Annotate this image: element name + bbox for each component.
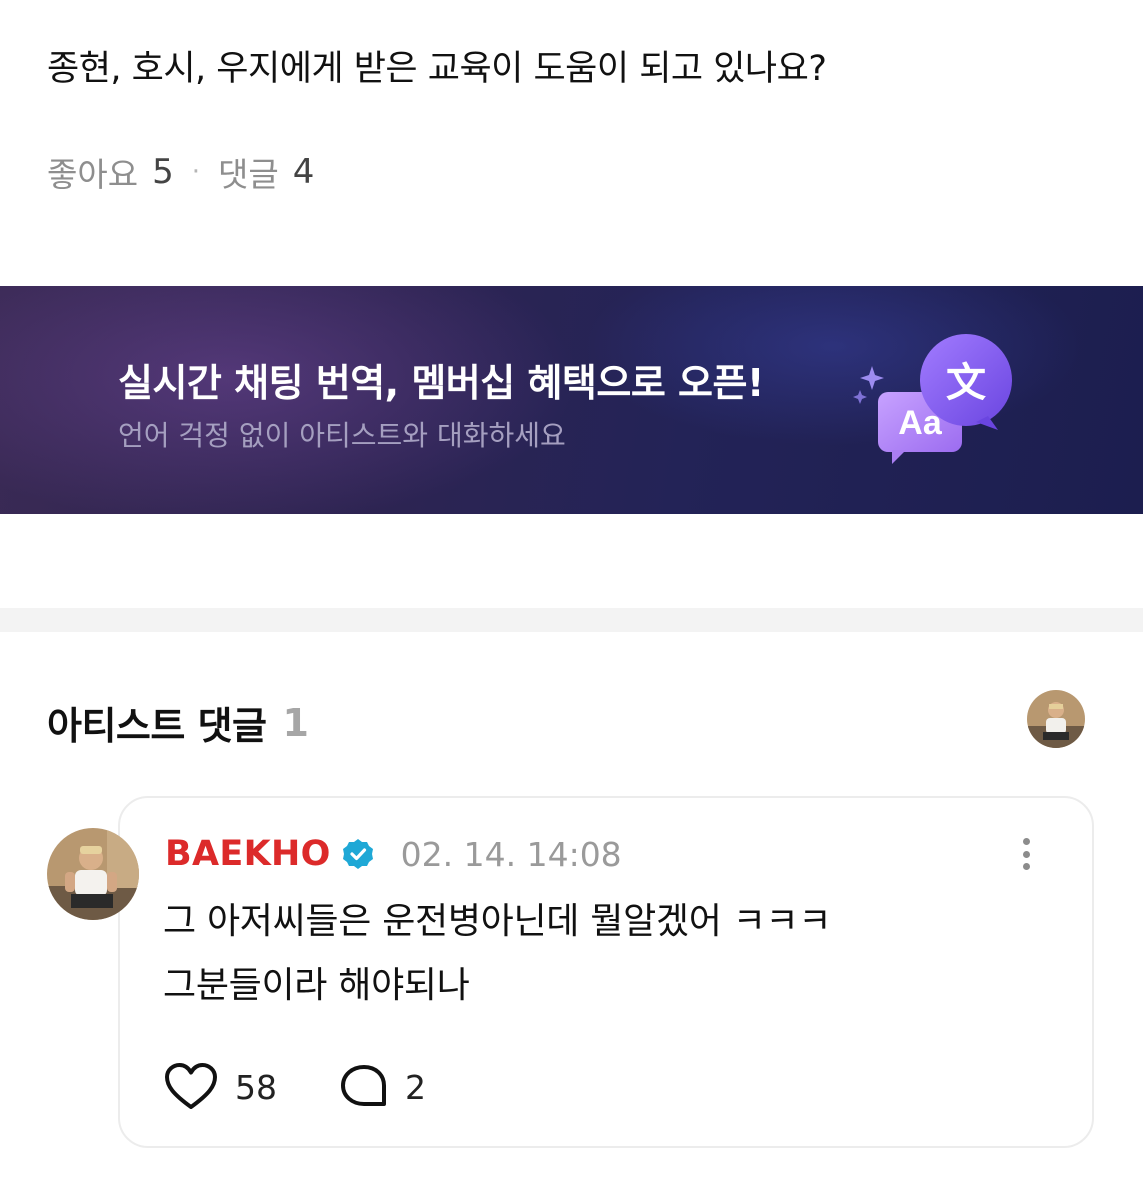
post-text: 종현, 호시, 우지에게 받은 교육이 도움이 되고 있나요?	[47, 49, 827, 89]
like-count: 58	[235, 1067, 277, 1107]
translate-bubbles-icon: Aa 文	[848, 330, 1018, 474]
post-stats: 좋아요 5 · 댓글 4	[47, 148, 314, 196]
comment-body: 그 아저씨들은 운전병아닌데 뭘알겠어 ㅋㅋㅋ 그분들이라 해야되나	[163, 901, 832, 1006]
comments-label[interactable]: 댓글	[218, 148, 279, 196]
heart-icon	[165, 1063, 217, 1109]
more-options-icon[interactable]	[1012, 834, 1040, 874]
banner-title[interactable]: 실시간 채팅 번역, 멤버십 혜택으로 오픈!	[118, 352, 764, 407]
comments-count[interactable]: 4	[293, 152, 315, 192]
artist-comments-count: 1	[282, 700, 309, 745]
likes-label[interactable]: 좋아요	[47, 148, 138, 196]
comment-bubble-icon	[341, 1065, 386, 1106]
bubble-back-text: 文	[946, 360, 986, 406]
artist-avatar[interactable]	[1027, 690, 1085, 748]
stats-separator: ·	[191, 157, 200, 187]
reply-count: 2	[405, 1067, 426, 1107]
comment-author-name[interactable]: BAEKHO	[165, 834, 331, 874]
comment-author-avatar[interactable]	[47, 828, 139, 920]
artist-comments-header: 아티스트 댓글 1	[47, 695, 309, 750]
section-divider	[0, 608, 1143, 632]
reply-button[interactable]: 2	[339, 1063, 426, 1111]
artist-comments-title: 아티스트 댓글	[47, 704, 267, 748]
comment-author: BAEKHO 02. 14. 14:08	[165, 834, 622, 874]
comment-timestamp: 02. 14. 14:08	[400, 834, 622, 874]
likes-count[interactable]: 5	[152, 152, 174, 192]
like-button[interactable]: 58	[163, 1062, 277, 1112]
comment-actions: 58 2	[163, 1062, 426, 1112]
verified-badge-icon	[341, 837, 375, 871]
banner-subtitle[interactable]: 언어 걱정 없이 아티스트와 대화하세요	[118, 414, 566, 454]
